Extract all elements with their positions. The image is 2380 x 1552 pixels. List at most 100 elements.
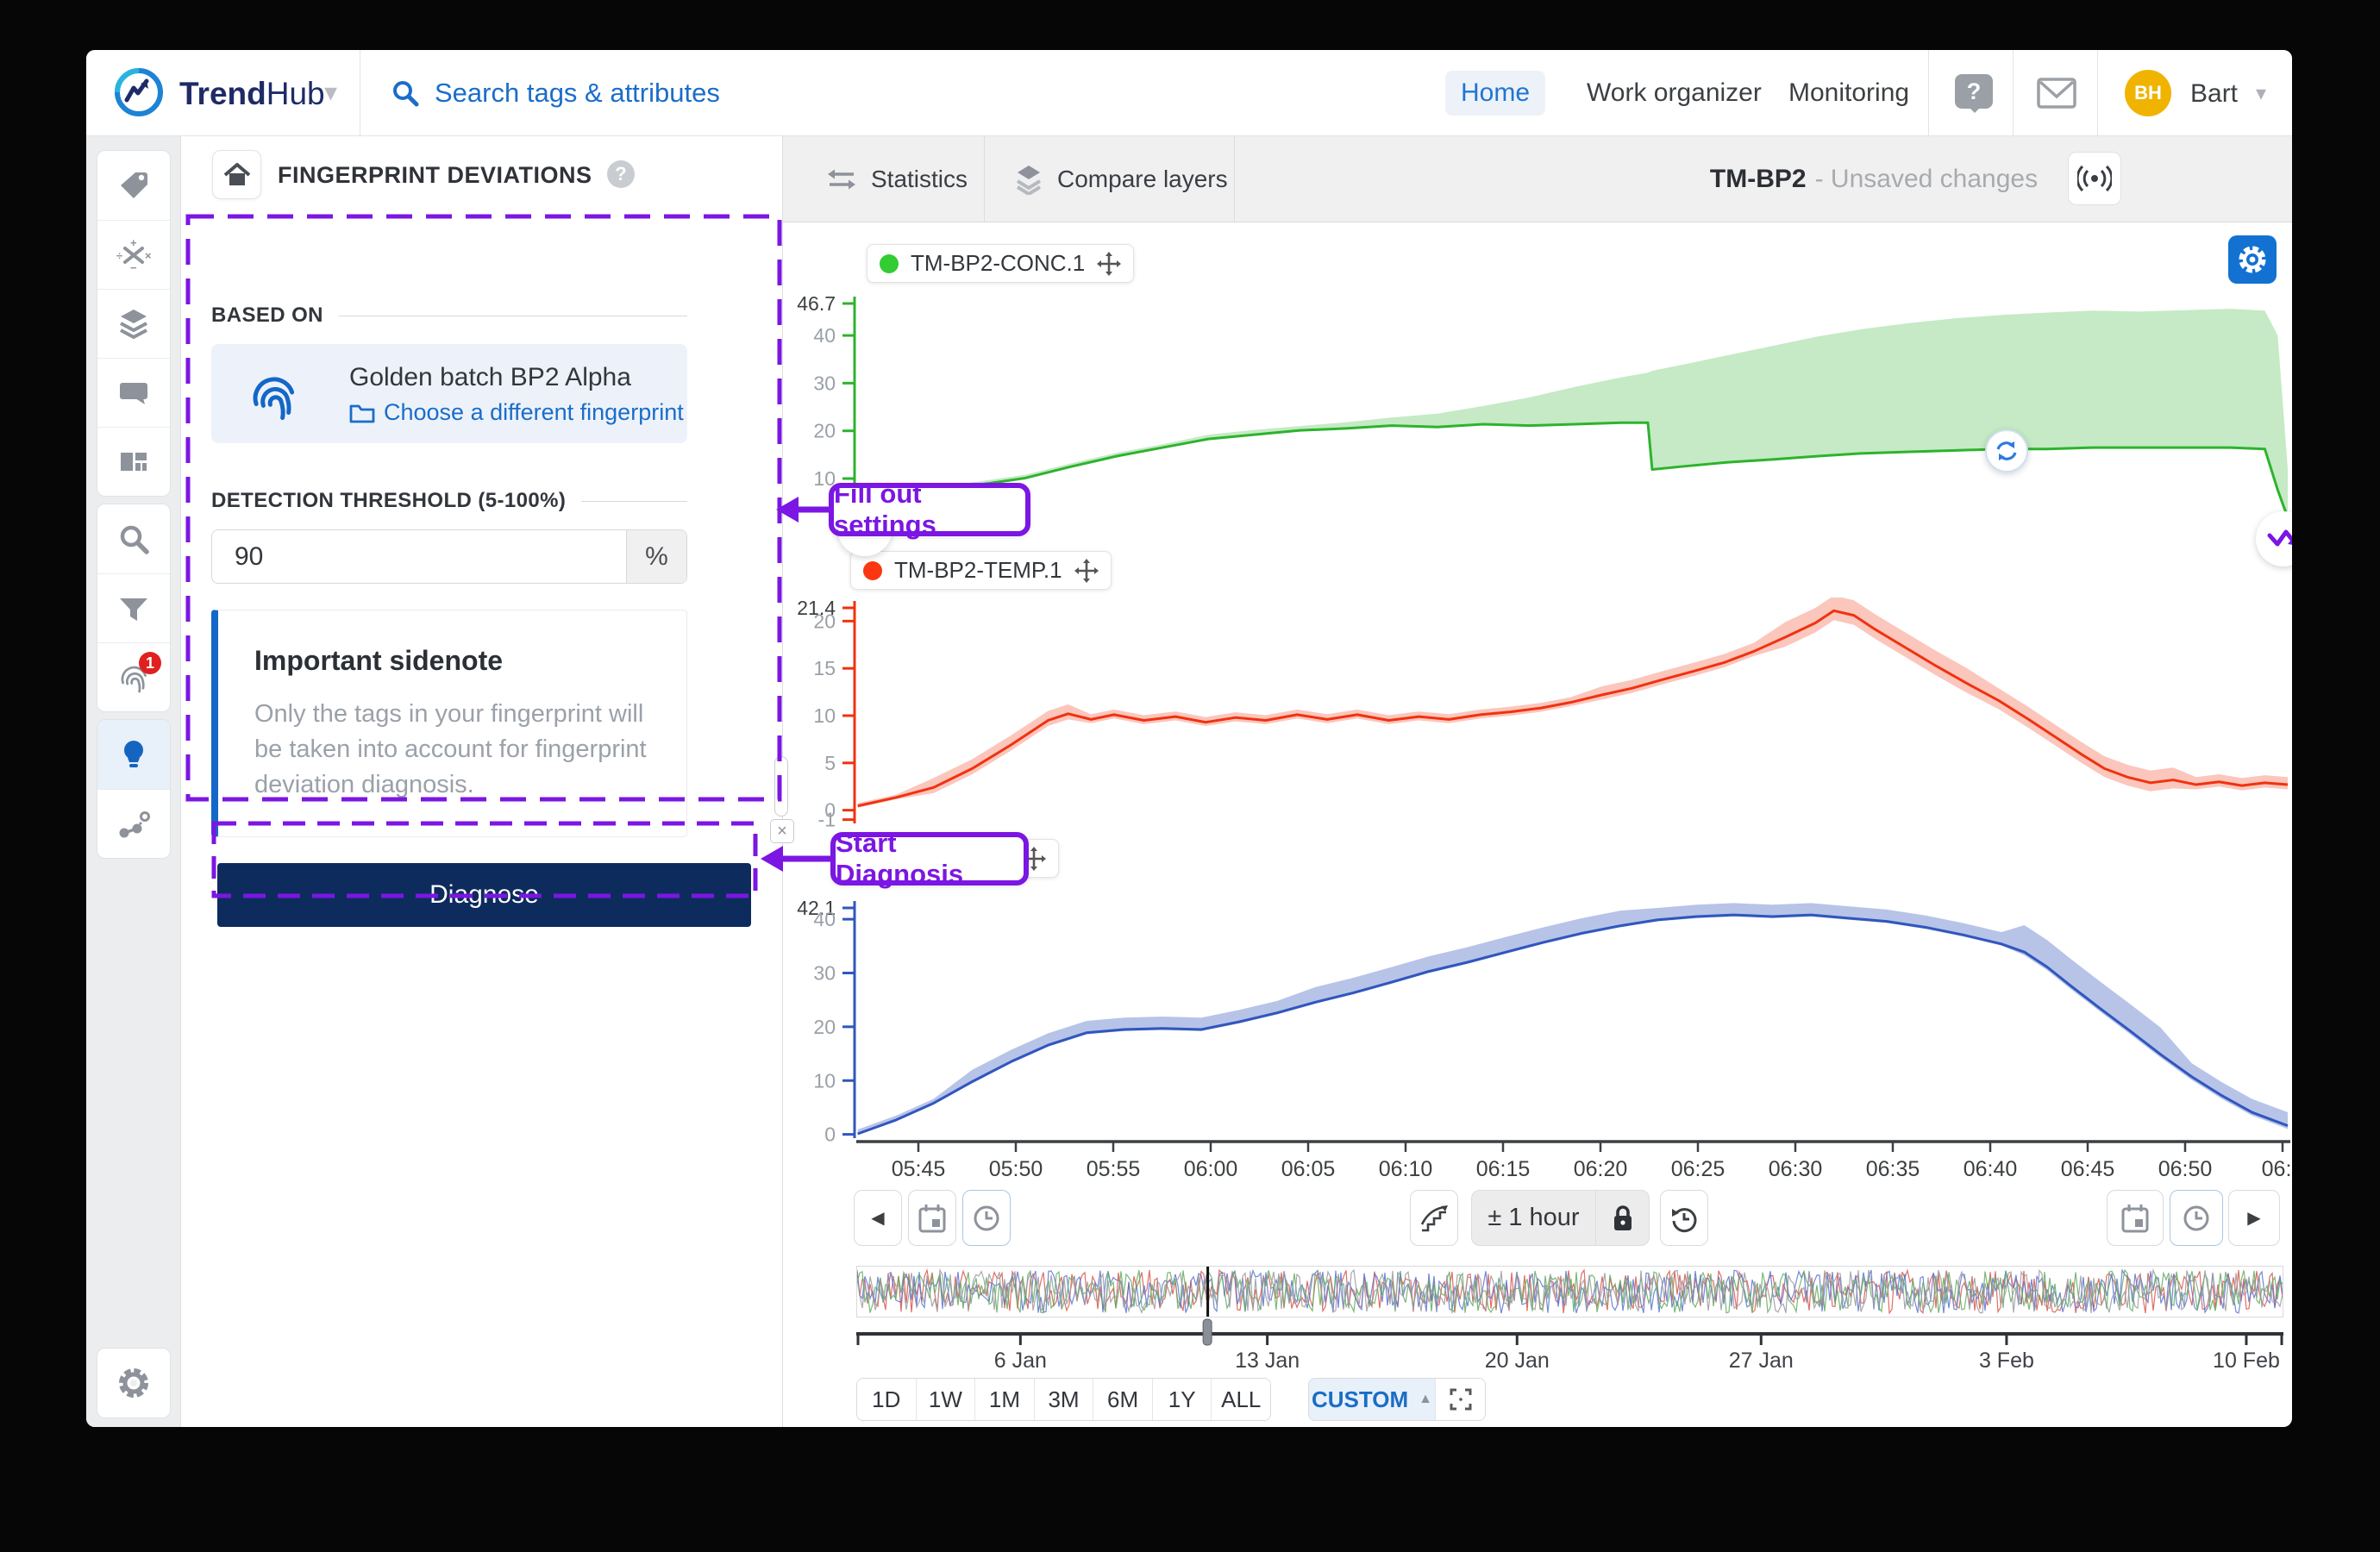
calendar-end-button[interactable] <box>2107 1190 2164 1246</box>
lock-icon <box>1613 1205 1632 1230</box>
based-on-label: BASED ON <box>211 304 323 327</box>
user-menu-caret-icon[interactable]: ▾ <box>2256 81 2266 106</box>
sync-refresh-button[interactable] <box>1985 429 2028 472</box>
user-name[interactable]: Bart <box>2190 79 2238 109</box>
svg-text:+: + <box>130 238 137 249</box>
range-button-1m[interactable]: 1M <box>974 1379 1034 1420</box>
series-color-dot <box>863 560 882 580</box>
svg-text:06:45: 06:45 <box>2061 1157 2115 1181</box>
diagnose-button[interactable]: Diagnose <box>217 863 751 927</box>
context-overview-strip[interactable] <box>856 1266 2283 1317</box>
svg-text:27 Jan: 27 Jan <box>1729 1349 1794 1373</box>
svg-text:5: 5 <box>824 752 836 774</box>
statistics-button[interactable]: Statistics <box>817 136 976 222</box>
gear-icon <box>119 1368 148 1398</box>
calendar-icon <box>2121 1204 2149 1232</box>
svg-text:06:15: 06:15 <box>1476 1157 1531 1181</box>
range-button-1w[interactable]: 1W <box>915 1379 975 1420</box>
threshold-section-header: DETECTION THRESHOLD (5-100%) <box>211 489 687 513</box>
refresh-arrows-icon <box>1996 441 2017 460</box>
sidebar-item-fingerprint[interactable]: 1 <box>97 642 170 711</box>
search-input[interactable]: Search tags & attributes <box>390 72 1166 114</box>
threshold-value[interactable]: 90 <box>212 530 626 583</box>
compare-layers-button[interactable]: Compare layers <box>1005 136 1237 222</box>
sidebar-group-2: 1 <box>97 504 171 712</box>
pan-right-button[interactable]: ▶ <box>2228 1190 2280 1246</box>
home-icon <box>223 162 250 185</box>
help-button[interactable]: ? <box>1955 74 1993 113</box>
legend-conc[interactable]: TM-BP2-CONC.1 <box>867 244 1135 283</box>
move-icon[interactable] <box>1074 558 1099 583</box>
chart-mode-button[interactable] <box>1410 1190 1458 1246</box>
top-bar: TrendHub ▾ Search tags & attributes Home… <box>86 50 2292 136</box>
panel-resize-handle[interactable] <box>774 756 788 817</box>
live-broadcast-button[interactable] <box>2068 152 2121 205</box>
duration-group[interactable]: ± 1 hour <box>1471 1190 1650 1246</box>
arrow-right-icon: ▶ <box>2247 1209 2261 1228</box>
svg-text:06:50: 06:50 <box>2158 1157 2213 1181</box>
pan-left-button[interactable]: ◀ <box>854 1190 902 1246</box>
trendhub-logo-icon[interactable] <box>114 67 164 117</box>
compare-layers-icon <box>1016 165 1042 195</box>
range-button-3m[interactable]: 3M <box>1033 1379 1093 1420</box>
time-start-button[interactable] <box>962 1190 1011 1246</box>
chart-settings-button[interactable] <box>2228 235 2277 284</box>
range-button-all[interactable]: ALL <box>1211 1379 1270 1420</box>
history-button[interactable] <box>1660 1190 1708 1246</box>
sidebar-item-tag[interactable] <box>97 151 170 220</box>
svg-text:30: 30 <box>813 961 836 984</box>
broadcast-icon <box>2077 165 2112 192</box>
sidebar-item-filter[interactable] <box>97 573 170 642</box>
notification-badge: 1 <box>139 652 161 674</box>
statistics-icon <box>828 169 855 189</box>
fit-view-button[interactable] <box>1435 1379 1485 1420</box>
svg-text:06:05: 06:05 <box>1281 1157 1336 1181</box>
svg-text:05:50: 05:50 <box>989 1157 1043 1181</box>
lock-duration-button[interactable] <box>1595 1191 1649 1245</box>
time-end-button[interactable] <box>2170 1190 2223 1246</box>
svg-text:05:55: 05:55 <box>1087 1157 1141 1181</box>
topbar-divider <box>2013 50 2014 135</box>
svg-text:06:25: 06:25 <box>1671 1157 1726 1181</box>
chart-temp[interactable]: 21.420151050-1 <box>793 598 2290 839</box>
duration-label[interactable]: ± 1 hour <box>1472 1204 1595 1232</box>
logo-caret-icon[interactable]: ▾ <box>324 78 337 108</box>
app-window: TrendHub ▾ Search tags & attributes Home… <box>86 50 2292 1427</box>
tab-monitoring[interactable]: Monitoring <box>1773 71 1925 116</box>
svg-text:15: 15 <box>813 657 836 679</box>
move-icon[interactable] <box>1097 251 1122 276</box>
svg-text:6 Jan: 6 Jan <box>994 1349 1047 1373</box>
sidebar-item-formula[interactable]: + − ÷ × <box>97 220 170 289</box>
tab-home[interactable]: Home <box>1445 71 1546 116</box>
threshold-input[interactable]: 90 % <box>211 529 687 584</box>
choose-fingerprint-link[interactable]: Choose a different fingerprint <box>349 399 684 426</box>
chart-pres[interactable]: 42.1403020100 <box>793 899 2290 1151</box>
sidebar-item-gear[interactable] <box>97 1349 170 1417</box>
sidebar-item-pathway[interactable] <box>97 789 170 858</box>
custom-range-button[interactable]: CUSTOM ▲ <box>1309 1379 1435 1420</box>
mail-icon[interactable] <box>2035 76 2078 110</box>
sidenote-card: Important sidenote Only the tags in your… <box>211 610 687 837</box>
panel-title: FINGERPRINT DEVIATIONS <box>278 162 592 188</box>
app-logo[interactable]: TrendHub <box>179 76 325 112</box>
panel-collapse-button[interactable]: × <box>770 819 794 843</box>
sidebar-item-layers[interactable] <box>97 289 170 358</box>
tab-work-organizer[interactable]: Work organizer <box>1571 71 1777 116</box>
comment-icon <box>120 382 147 404</box>
range-button-1d[interactable]: 1D <box>857 1379 916 1420</box>
range-button-6m[interactable]: 6M <box>1093 1379 1152 1420</box>
avatar[interactable]: BH <box>2125 70 2171 116</box>
search-placeholder: Search tags & attributes <box>435 78 720 108</box>
sidebar-item-comment[interactable] <box>97 358 170 427</box>
sidebar-item-search[interactable] <box>97 504 170 573</box>
svg-text:06:35: 06:35 <box>1866 1157 1920 1181</box>
home-button[interactable] <box>212 150 261 199</box>
context-timeline[interactable]: 6 Jan 13 Jan 20 Jan 27 Jan 3 Feb 10 Feb <box>856 1317 2283 1378</box>
sidebar-item-lightbulb[interactable] <box>97 720 170 789</box>
panel-help-icon[interactable]: ? <box>607 160 635 188</box>
calendar-start-button[interactable] <box>908 1190 956 1246</box>
sidebar-item-dashboard[interactable] <box>97 427 170 496</box>
legend-temp[interactable]: TM-BP2-TEMP.1 <box>850 551 1112 590</box>
range-button-1y[interactable]: 1Y <box>1151 1379 1212 1420</box>
series-color-dot <box>880 253 899 273</box>
